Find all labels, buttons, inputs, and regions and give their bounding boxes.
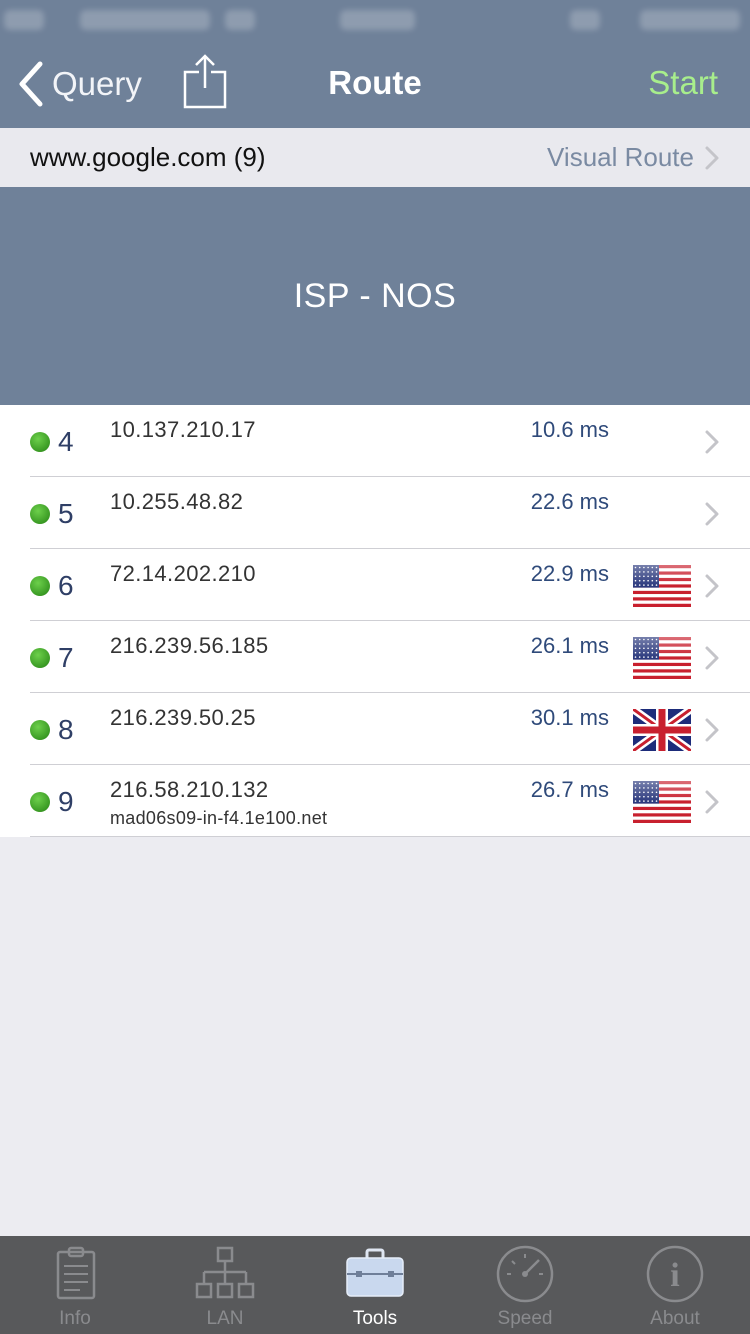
uk-flag-icon (630, 705, 694, 755)
hop-row[interactable]: 8 216.239.50.25 30.1 ms (0, 693, 750, 765)
toolbox-icon (345, 1244, 405, 1304)
chevron-right-icon (704, 645, 720, 671)
isp-label: ISP - NOS (293, 276, 457, 315)
tab-lan[interactable]: LAN (150, 1236, 300, 1334)
status-dot-icon (30, 720, 50, 740)
chevron-right-icon (705, 146, 719, 169)
status-bar (0, 0, 750, 40)
status-dot-icon (30, 504, 50, 524)
speedometer-icon (495, 1244, 555, 1304)
clipboard-icon (45, 1244, 105, 1304)
isp-banner: ISP - NOS (0, 187, 750, 405)
us-flag-icon (633, 637, 691, 680)
hop-number: 9 (58, 786, 74, 817)
tab-tools[interactable]: Tools (300, 1236, 450, 1334)
us-flag-icon (633, 565, 691, 608)
us-flag-icon (633, 781, 691, 824)
chevron-right-icon (704, 429, 720, 455)
visual-route-label: Visual Route (547, 142, 694, 172)
tab-speed[interactable]: Speed (450, 1236, 600, 1334)
tab-bar: Info LAN Tools Speed i About (0, 1236, 750, 1334)
navigation-bar: Query Route Start (0, 40, 750, 128)
hop-ip: 72.14.202.210 (110, 561, 256, 586)
status-wifi-blur (225, 10, 255, 30)
hop-row[interactable]: 7 216.239.56.185 26.1 ms (0, 621, 750, 693)
visual-route-link[interactable]: Visual Route (547, 142, 720, 173)
hop-latency: 10.6 ms (530, 417, 609, 442)
hop-row[interactable]: 4 10.137.210.17 10.6 ms (0, 405, 750, 477)
status-icon-blur (570, 10, 600, 30)
hop-row[interactable]: 9 216.58.210.132 mad06s09-in-f4.1e100.net 2… (0, 765, 750, 837)
status-carrier-blur (80, 10, 210, 30)
hop-ip: 216.239.56.185 (110, 633, 269, 658)
hop-hostname: mad06s09-in-f4.1e100.net (110, 808, 328, 828)
tab-label: About (650, 1308, 700, 1329)
status-signal-blur (4, 10, 44, 30)
status-time-blur (340, 10, 415, 30)
svg-text:i: i (670, 1257, 679, 1294)
tab-label: Tools (352, 1308, 398, 1329)
status-dot-icon (30, 792, 50, 812)
hop-number: 6 (58, 570, 74, 601)
page-title: Route (328, 64, 422, 101)
chevron-right-icon (704, 789, 720, 815)
tab-label: Speed (497, 1308, 553, 1329)
start-button[interactable]: Start (648, 64, 718, 102)
hop-latency: 26.7 ms (530, 777, 609, 802)
target-host: www.google.com (9) (30, 142, 266, 172)
tab-about[interactable]: i About (600, 1236, 750, 1334)
hop-number: 5 (58, 498, 74, 529)
status-dot-icon (30, 432, 50, 452)
tab-label: Info (59, 1308, 91, 1329)
hop-ip: 216.239.50.25 (110, 705, 256, 730)
hop-latency: 22.6 ms (530, 489, 609, 514)
status-dot-icon (30, 576, 50, 596)
hop-ip: 10.137.210.17 (110, 417, 256, 442)
network-icon (195, 1244, 255, 1304)
hop-ip: 10.255.48.82 (110, 489, 244, 514)
hop-list: 4 10.137.210.17 10.6 ms 5 10.255.48.82 22.6 m… (0, 405, 750, 837)
hop-number: 4 (58, 426, 74, 457)
hop-latency: 22.9 ms (530, 561, 609, 586)
hop-latency: 26.1 ms (530, 633, 609, 658)
hop-number: 8 (58, 714, 74, 745)
chevron-right-icon (704, 501, 720, 527)
chevron-right-icon (704, 717, 720, 743)
status-battery-blur (640, 10, 740, 30)
hop-row[interactable]: 5 10.255.48.82 22.6 ms (0, 477, 750, 549)
chevron-right-icon (704, 573, 720, 599)
target-host-row: www.google.com (9) Visual Route (0, 128, 750, 187)
hop-latency: 30.1 ms (530, 705, 609, 730)
info-icon: i (645, 1244, 705, 1304)
hop-number: 7 (58, 642, 74, 673)
tab-info[interactable]: Info (0, 1236, 150, 1334)
status-dot-icon (30, 648, 50, 668)
tab-label: LAN (206, 1308, 244, 1329)
hop-row[interactable]: 6 72.14.202.210 22.9 ms (0, 549, 750, 621)
hop-ip: 216.58.210.132 (110, 777, 269, 802)
